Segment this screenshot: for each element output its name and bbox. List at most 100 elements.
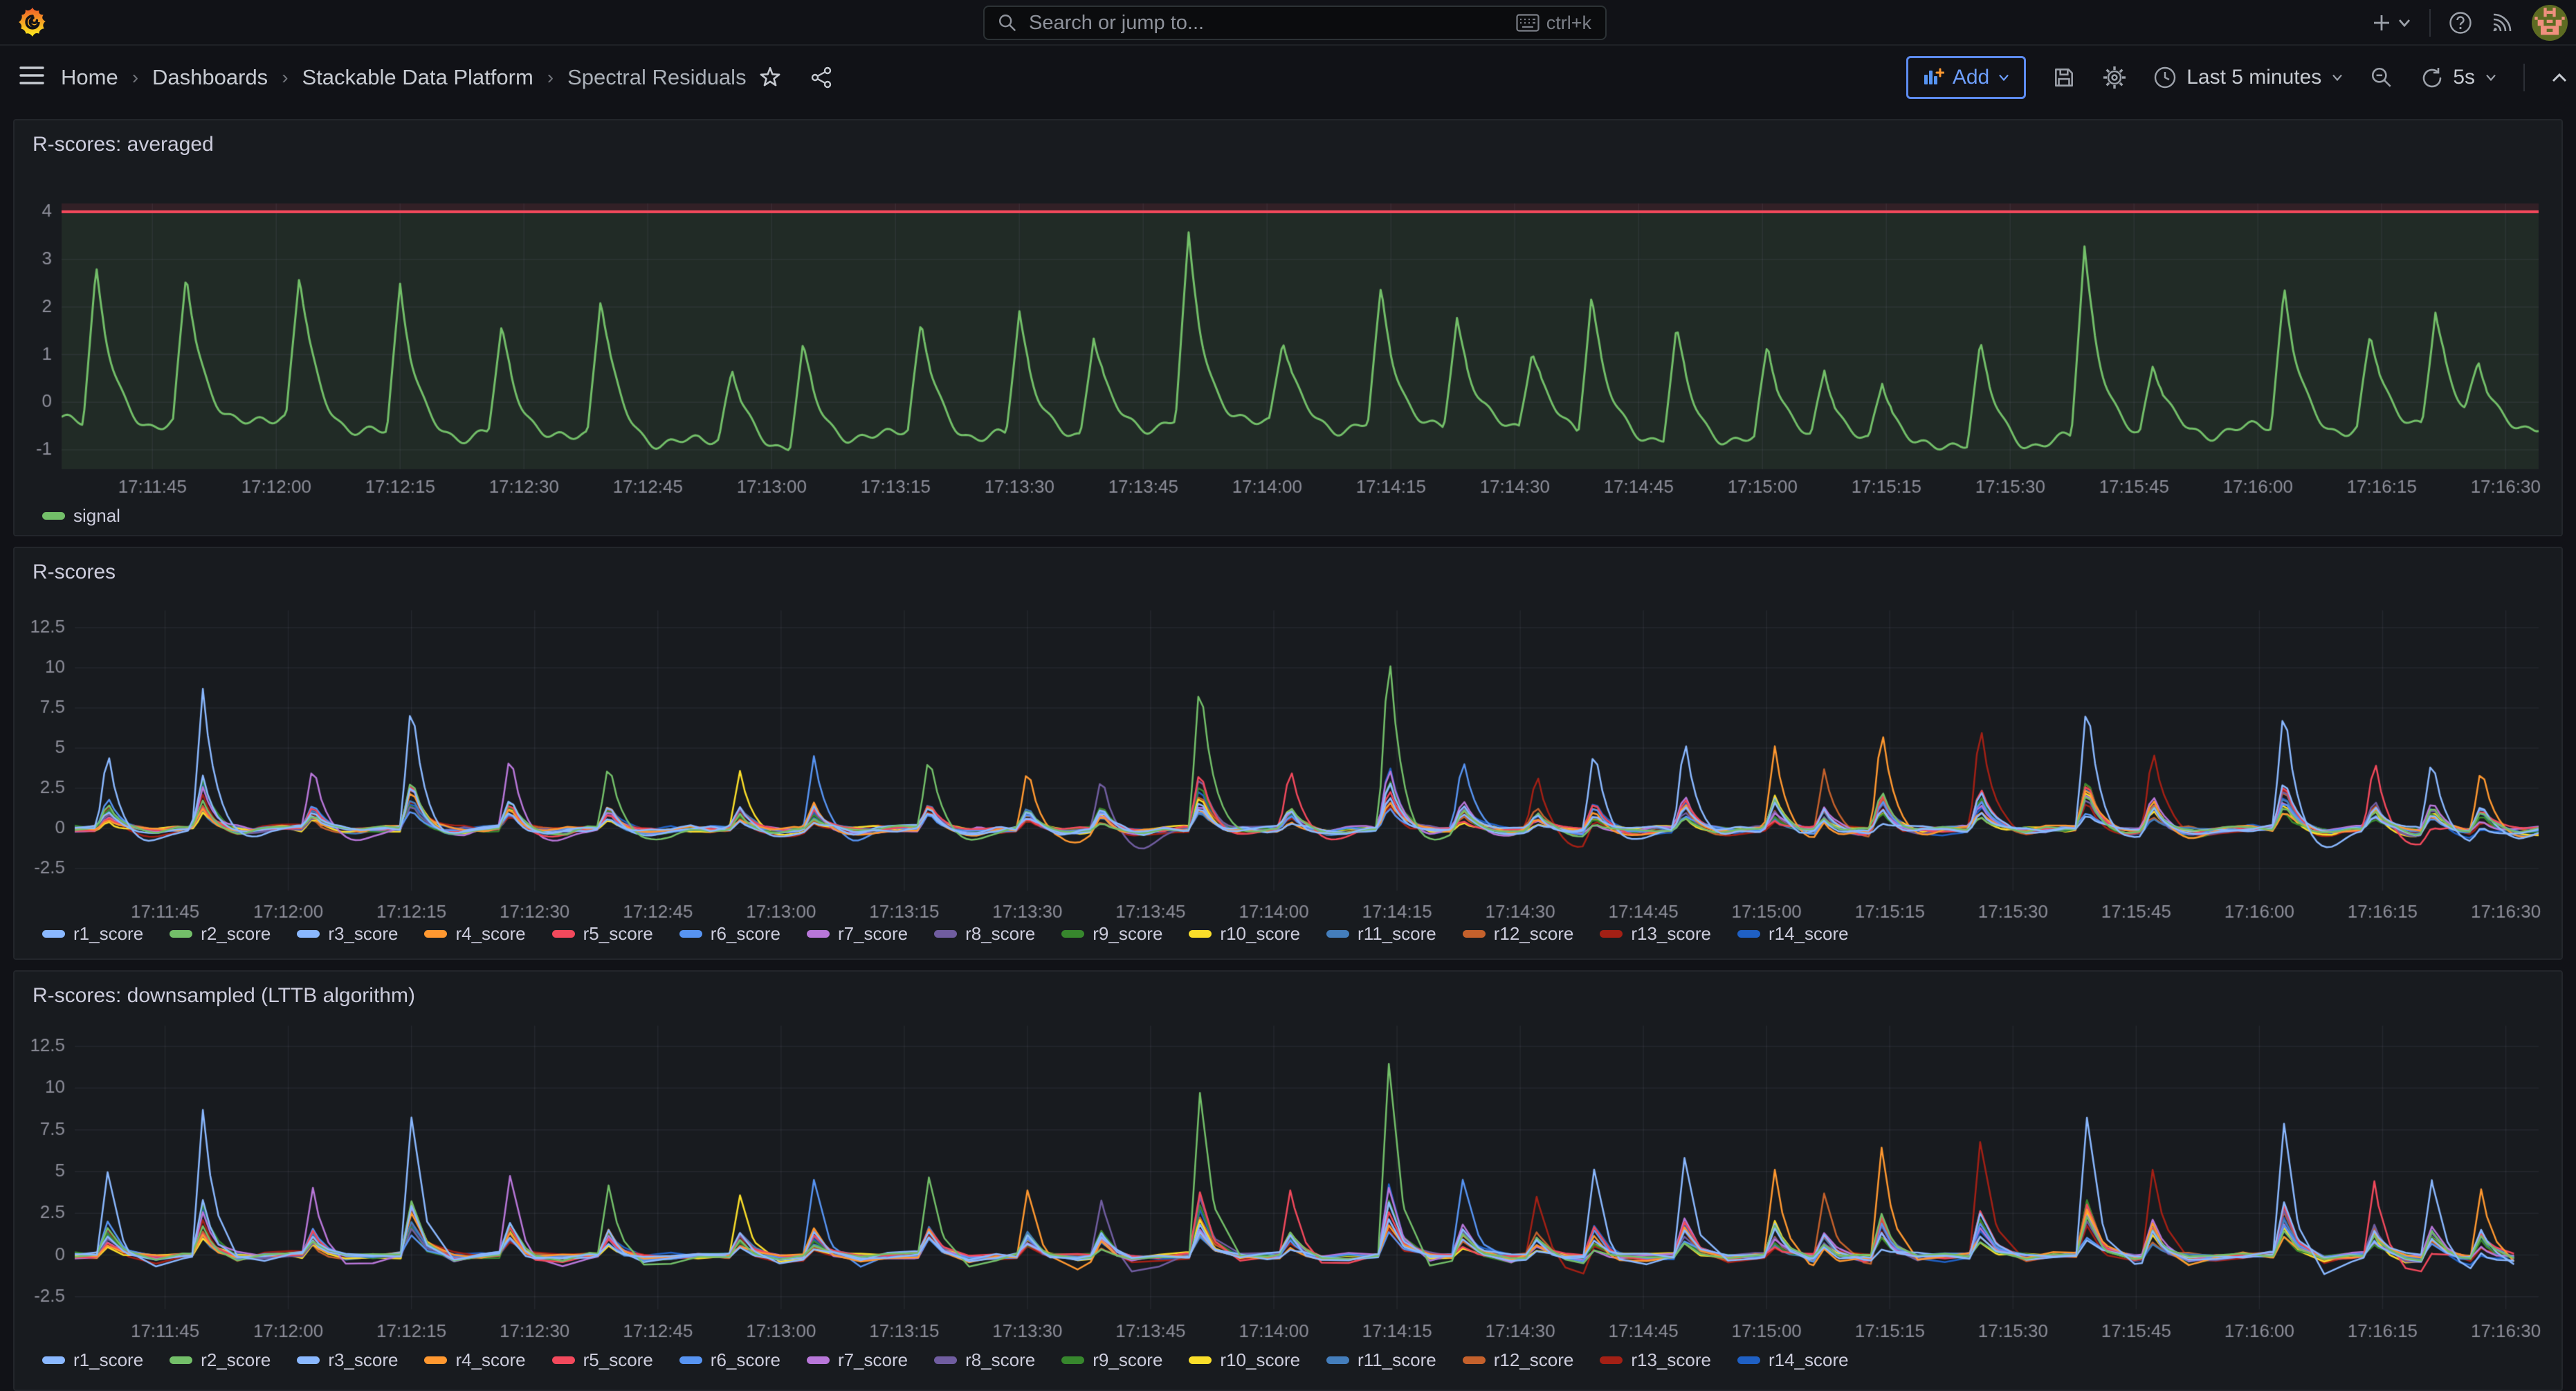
legend-item-r3_score[interactable]: r3_score bbox=[297, 923, 398, 945]
breadcrumb-folder[interactable]: Stackable Data Platform bbox=[302, 65, 533, 90]
legend-item-r5_score[interactable]: r5_score bbox=[552, 923, 653, 945]
news-icon[interactable] bbox=[2490, 11, 2514, 35]
legend-series-label: r1_score bbox=[73, 1349, 143, 1371]
legend-item-r10_score[interactable]: r10_score bbox=[1189, 1349, 1300, 1371]
legend-item-r9_score[interactable]: r9_score bbox=[1061, 1349, 1162, 1371]
legend-series-marker bbox=[807, 930, 830, 938]
legend-series-label: r3_score bbox=[328, 1349, 398, 1371]
add-button-label: Add bbox=[1953, 66, 1989, 89]
legend-item-r11_score[interactable]: r11_score bbox=[1326, 923, 1436, 945]
legend-item-r12_score[interactable]: r12_score bbox=[1463, 923, 1574, 945]
legend-series-marker bbox=[934, 1356, 957, 1364]
refresh-interval-label: 5s bbox=[2453, 66, 2475, 89]
legend-series-marker bbox=[552, 1356, 575, 1364]
breadcrumb-separator: › bbox=[547, 66, 554, 89]
legend-series-label: r6_score bbox=[711, 923, 780, 945]
legend-series-marker bbox=[807, 1356, 830, 1364]
clock-icon bbox=[2153, 66, 2177, 89]
legend-item-signal[interactable]: signal bbox=[42, 505, 120, 527]
collapse-toolbar-icon[interactable] bbox=[2551, 72, 2568, 83]
legend-item-r10_score[interactable]: r10_score bbox=[1189, 923, 1300, 945]
legend-series-marker bbox=[1326, 930, 1349, 938]
panel-title[interactable]: R-scores: averaged bbox=[33, 133, 214, 156]
legend-series-label: r9_score bbox=[1093, 923, 1162, 945]
rscores-downsampled-chart-canvas[interactable] bbox=[15, 1017, 2562, 1344]
legend-series-marker bbox=[1600, 1356, 1623, 1364]
legend-series-label: r13_score bbox=[1631, 923, 1711, 945]
dashboard-settings-icon[interactable] bbox=[2102, 65, 2127, 90]
nav-divider bbox=[2429, 9, 2431, 37]
legend-item-r1_score[interactable]: r1_score bbox=[42, 923, 143, 945]
help-icon[interactable] bbox=[2449, 11, 2472, 35]
search-shortcut-label: ctrl+k bbox=[1546, 12, 1591, 34]
legend-item-r11_score[interactable]: r11_score bbox=[1326, 1349, 1436, 1371]
rscores-chart-canvas[interactable] bbox=[15, 594, 2562, 920]
legend-item-r7_score[interactable]: r7_score bbox=[807, 923, 908, 945]
legend-series-marker bbox=[1463, 930, 1486, 938]
legend-series-label: r14_score bbox=[1769, 1349, 1849, 1371]
dashboard-toolbar: Home › Dashboards › Stackable Data Platf… bbox=[0, 47, 2576, 108]
legend-item-r14_score[interactable]: r14_score bbox=[1737, 1349, 1849, 1371]
legend-item-r2_score[interactable]: r2_score bbox=[170, 923, 271, 945]
panel-rscores-averaged: R-scores: averaged signal bbox=[13, 119, 2563, 536]
share-icon[interactable] bbox=[810, 66, 833, 89]
search-icon bbox=[997, 12, 1018, 33]
legend-series-label: r12_score bbox=[1494, 923, 1574, 945]
legend-item-r12_score[interactable]: r12_score bbox=[1463, 1349, 1574, 1371]
legend-series-marker bbox=[1737, 1356, 1760, 1364]
menu-toggle-icon[interactable] bbox=[19, 65, 44, 86]
legend-series-label: r5_score bbox=[583, 923, 653, 945]
legend-item-r4_score[interactable]: r4_score bbox=[424, 923, 525, 945]
search-input[interactable]: Search or jump to... ctrl+k bbox=[983, 6, 1607, 40]
legend-item-r2_score[interactable]: r2_score bbox=[170, 1349, 271, 1371]
legend-series-label: r13_score bbox=[1631, 1349, 1711, 1371]
legend-item-r8_score[interactable]: r8_score bbox=[934, 1349, 1035, 1371]
panel-rscores: R-scores r1_score r2_score r3_score r4_scor… bbox=[13, 547, 2563, 960]
legend-item-r4_score[interactable]: r4_score bbox=[424, 1349, 525, 1371]
legend-series-label: r8_score bbox=[965, 1349, 1035, 1371]
legend-series-marker bbox=[1189, 930, 1212, 938]
legend-series-marker bbox=[1326, 1356, 1349, 1364]
breadcrumb-separator: › bbox=[132, 66, 138, 89]
legend-item-r8_score[interactable]: r8_score bbox=[934, 923, 1035, 945]
legend-series-marker bbox=[42, 1356, 65, 1364]
legend-series-label: r3_score bbox=[328, 923, 398, 945]
legend-item-r6_score[interactable]: r6_score bbox=[679, 1349, 780, 1371]
legend-series-marker bbox=[679, 930, 702, 938]
search-placeholder: Search or jump to... bbox=[1029, 12, 1516, 35]
rscores-averaged-chart-canvas[interactable] bbox=[15, 166, 2562, 500]
legend-series-label: r1_score bbox=[73, 923, 143, 945]
breadcrumb-dashboards[interactable]: Dashboards bbox=[152, 65, 268, 90]
legend-series-label: r7_score bbox=[838, 923, 908, 945]
legend-item-r5_score[interactable]: r5_score bbox=[552, 1349, 653, 1371]
legend-series-label: r14_score bbox=[1769, 923, 1849, 945]
refresh-icon bbox=[2420, 66, 2443, 89]
grafana-logo-icon[interactable] bbox=[17, 6, 48, 39]
breadcrumb-home[interactable]: Home bbox=[61, 65, 118, 90]
save-dashboard-icon[interactable] bbox=[2052, 66, 2076, 89]
refresh-picker[interactable]: 5s bbox=[2420, 66, 2497, 89]
favorite-star-icon[interactable] bbox=[758, 66, 782, 89]
legend-series-marker bbox=[424, 930, 447, 938]
legend-item-r1_score[interactable]: r1_score bbox=[42, 1349, 143, 1371]
user-avatar[interactable] bbox=[2532, 5, 2568, 41]
legend-series-label: r8_score bbox=[965, 923, 1035, 945]
legend-item-r6_score[interactable]: r6_score bbox=[679, 923, 780, 945]
legend-item-r13_score[interactable]: r13_score bbox=[1600, 923, 1711, 945]
legend-series-label: r10_score bbox=[1220, 923, 1300, 945]
legend-item-r9_score[interactable]: r9_score bbox=[1061, 923, 1162, 945]
panel-title[interactable]: R-scores: downsampled (LTTB algorithm) bbox=[33, 984, 415, 1008]
zoom-out-time-icon[interactable] bbox=[2370, 66, 2393, 89]
legend-item-r13_score[interactable]: r13_score bbox=[1600, 1349, 1711, 1371]
legend-series-marker bbox=[170, 930, 192, 938]
legend-series-label: r11_score bbox=[1358, 923, 1436, 945]
new-item-button[interactable] bbox=[2371, 12, 2411, 33]
legend-item-r14_score[interactable]: r14_score bbox=[1737, 923, 1849, 945]
panel-rscores-downsampled: R-scores: downsampled (LTTB algorithm) r… bbox=[13, 970, 2563, 1391]
panel-title[interactable]: R-scores bbox=[33, 561, 116, 584]
legend-series-marker bbox=[1600, 930, 1623, 938]
time-range-picker[interactable]: Last 5 minutes bbox=[2153, 66, 2344, 89]
legend-item-r7_score[interactable]: r7_score bbox=[807, 1349, 908, 1371]
legend-item-r3_score[interactable]: r3_score bbox=[297, 1349, 398, 1371]
add-panel-button[interactable]: Add bbox=[1906, 56, 2026, 99]
